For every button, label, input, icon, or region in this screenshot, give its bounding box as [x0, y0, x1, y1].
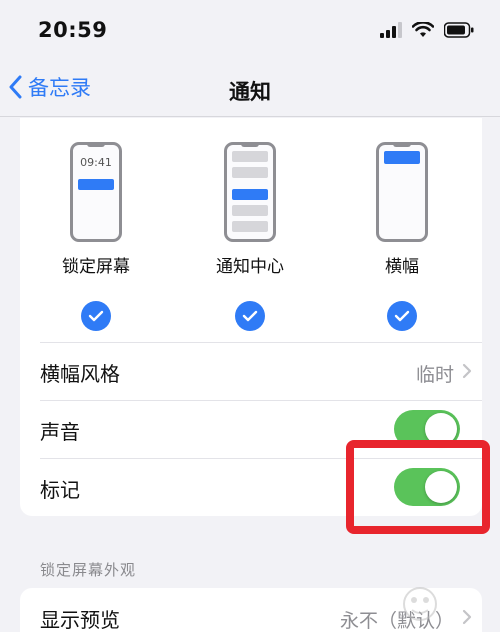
banner-style-title: 横幅风格 [40, 362, 120, 386]
row-divider [40, 342, 482, 343]
status-bar: 20:59 [0, 0, 500, 64]
page-title: 通知 [229, 80, 271, 104]
nav-divider [0, 116, 500, 117]
row-divider [40, 400, 482, 401]
navigation-bar: 备忘录 通知 [0, 64, 500, 116]
badges-title: 标记 [40, 478, 80, 502]
notification-center-phone-illustration [224, 142, 276, 242]
banner-style-value: 临时 [415, 364, 454, 386]
checkmark-icon[interactable] [235, 301, 265, 331]
lock-screen-preview-time: 09:41 [80, 156, 112, 169]
section-header: 锁定屏幕外观 [40, 561, 137, 579]
wifi-icon [412, 22, 434, 37]
cellular-signal-icon [380, 22, 402, 38]
alert-style-label: 通知中心 [216, 257, 284, 277]
alert-style-notification-center[interactable]: 通知中心 [190, 142, 310, 331]
status-time: 20:59 [38, 18, 108, 42]
battery-icon [444, 22, 474, 38]
alert-style-lock-screen[interactable]: 09:41 锁定屏幕 [36, 142, 156, 331]
highlight-box [346, 440, 490, 534]
lock-screen-phone-illustration: 09:41 [70, 142, 122, 242]
status-icons [380, 22, 474, 38]
banner-phone-illustration [376, 142, 428, 242]
checkmark-icon[interactable] [81, 301, 111, 331]
watermark-logo [403, 587, 437, 621]
show-previews-title: 显示预览 [40, 608, 120, 632]
alert-style-label: 横幅 [385, 257, 419, 277]
banner-style-row[interactable]: 横幅风格 临时 [20, 342, 482, 400]
chevron-right-icon [462, 363, 472, 379]
sound-title: 声音 [40, 420, 80, 444]
alert-style-label: 锁定屏幕 [62, 257, 130, 277]
checkmark-icon[interactable] [387, 301, 417, 331]
alert-style-banners[interactable]: 横幅 [342, 142, 462, 331]
